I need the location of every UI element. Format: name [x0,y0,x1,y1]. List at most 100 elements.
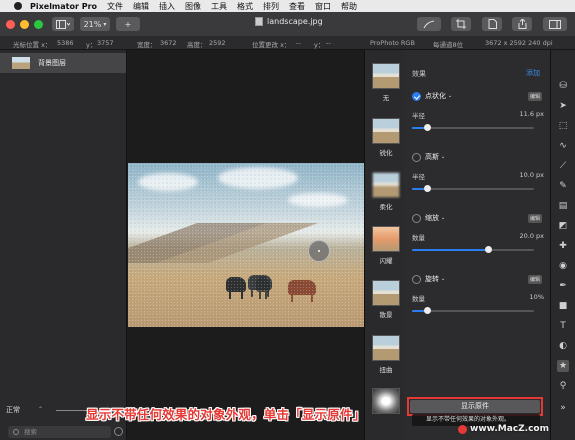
add-effect-button[interactable]: 添加 [526,68,540,78]
pen-icon[interactable]: ✒ [557,280,569,292]
preset-glow[interactable]: 闪耀 [371,226,401,265]
share-button[interactable] [512,17,532,31]
position-change-y-label: y： [314,41,325,49]
cursor-x-value: 5386 [57,39,74,47]
shape-icon[interactable]: ■ [557,300,569,312]
minimize-window-button[interactable] [20,19,29,29]
color-profile: ProPhoto RGB [370,39,415,47]
preset-bokeh[interactable]: 散景 [371,280,401,319]
effect-edit-button[interactable]: 编辑 [527,92,542,101]
effects-tool-icon[interactable]: ★ [557,360,569,372]
crop-button[interactable] [451,17,471,31]
effect-edit-button[interactable]: 编辑 [527,214,542,223]
slider-knob[interactable] [423,185,431,192]
preset-none[interactable]: 无 [371,63,401,102]
preset-more[interactable] [371,388,401,414]
effect-toggle[interactable] [412,213,421,223]
sidebar-toggle-button[interactable] [543,17,567,31]
export-button[interactable] [482,17,502,31]
effects-panel: 效果 添加 点状化 ⌄ 编辑 半径 11.6 px 高斯 ⌄ 半径 10.0 p… [404,50,550,440]
menu-window[interactable]: 窗口 [315,1,331,12]
eraser-icon[interactable]: ◩ [557,220,569,232]
param-slider[interactable] [412,185,544,192]
param-value[interactable]: 10.0 px [519,171,544,181]
slider-knob[interactable] [423,307,431,314]
blend-mode-select[interactable]: 正常 [6,405,20,415]
app-menu[interactable]: Pixelmator Pro [30,2,97,11]
menu-edit[interactable]: 编辑 [133,1,149,12]
chevron-down-icon[interactable]: ⌄ [441,154,445,160]
view-mode-button[interactable] [52,17,74,31]
style-tool-button[interactable] [417,17,441,31]
effect-toggle[interactable] [412,152,421,162]
effect-toggle[interactable] [412,91,421,101]
menu-format[interactable]: 格式 [237,1,253,12]
tools-panel: ⛁ ➤ ⬚ ∿ ⟋ ✎ ▤ ◩ ✚ ◉ ✒ ■ T ◐ ★ ⚲ » [550,50,575,440]
lasso-icon[interactable]: ∿ [557,140,569,152]
paint-bucket-icon[interactable]: ⛁ [557,80,569,92]
eyedropper-icon[interactable]: ⟋ [557,160,569,172]
menu-arrange[interactable]: 排列 [263,1,279,12]
effect-center-handle[interactable] [308,240,330,262]
apple-icon[interactable] [14,2,22,10]
slider-knob[interactable] [423,124,431,131]
type-icon[interactable]: T [557,320,569,332]
preset-thumbnail [372,335,400,361]
filter-icon[interactable] [114,427,123,436]
layer-item-background[interactable]: 背景图层 [0,53,126,73]
effect-pointillize: 点状化 ⌄ 编辑 半径 11.6 px [412,90,544,131]
canvas-area[interactable] [128,50,364,440]
cow [226,277,246,299]
menu-file[interactable]: 文件 [107,1,123,12]
zoom-window-button[interactable] [34,19,43,29]
param-slider[interactable] [412,246,544,253]
document-title: landscape.jpg [267,17,323,26]
add-button[interactable]: + [116,17,140,31]
clone-icon[interactable]: ◉ [557,260,569,272]
slider-knob[interactable] [484,246,492,253]
zoom-dropdown[interactable]: 21% ▾ [80,17,110,31]
cursor-y-label: y： [86,41,97,49]
chevron-down-icon[interactable]: ⌄ [448,93,452,99]
effect-gaussian: 高斯 ⌄ 半径 10.0 px [412,151,544,192]
param-label: 半径 [412,173,425,181]
close-window-button[interactable] [6,19,15,29]
cloud [218,167,298,189]
preset-distort[interactable]: 扭曲 [371,335,401,374]
param-slider[interactable] [412,124,544,131]
brush-icon[interactable]: ✎ [557,180,569,192]
preset-thumbnail [372,388,400,414]
param-value[interactable]: 20.0 px [519,232,544,242]
effect-edit-button[interactable]: 编辑 [527,275,542,284]
more-tools-icon[interactable]: » [557,402,569,414]
bandage-icon[interactable]: ✚ [557,240,569,252]
effect-name: 高斯 [425,153,439,161]
effect-presets-panel: 无 锐化 柔化 闪耀 散景 扭曲 [364,50,404,440]
menu-image[interactable]: 图像 [185,1,201,12]
effect-toggle[interactable] [412,274,421,284]
preset-label: 无 [382,94,390,102]
watermark: www.MacZ.com [470,424,549,434]
chevron-down-icon[interactable]: ⌄ [441,215,445,221]
selection-icon[interactable]: ⬚ [557,120,569,132]
menu-bar: Pixelmator Pro 文件 编辑 插入 图像 工具 格式 排列 查看 窗… [0,0,575,12]
param-value[interactable]: 11.6 px [519,110,544,120]
layer-search-input[interactable]: 搜索 [8,426,111,438]
preset-thumbnail [372,280,400,306]
gradient-icon[interactable]: ▤ [557,200,569,212]
position-change-label: 位置更改 x： [252,41,291,49]
param-slider[interactable] [412,307,544,314]
zoom-tool-icon[interactable]: ⚲ [557,380,569,392]
color-adjust-icon[interactable]: ◐ [557,340,569,352]
menu-help[interactable]: 帮助 [341,1,357,12]
param-value[interactable]: 10% [530,293,544,303]
preset-soften[interactable]: 柔化 [371,172,401,211]
chevron-down-icon[interactable]: ⌄ [441,276,445,282]
menu-tools[interactable]: 工具 [211,1,227,12]
preset-sharpen[interactable]: 锐化 [371,118,401,157]
menu-insert[interactable]: 插入 [159,1,175,12]
menu-view[interactable]: 查看 [289,1,305,12]
layer-name: 背景图层 [38,59,66,67]
effect-name: 旋转 [425,275,439,283]
pointer-icon[interactable]: ➤ [557,100,569,112]
